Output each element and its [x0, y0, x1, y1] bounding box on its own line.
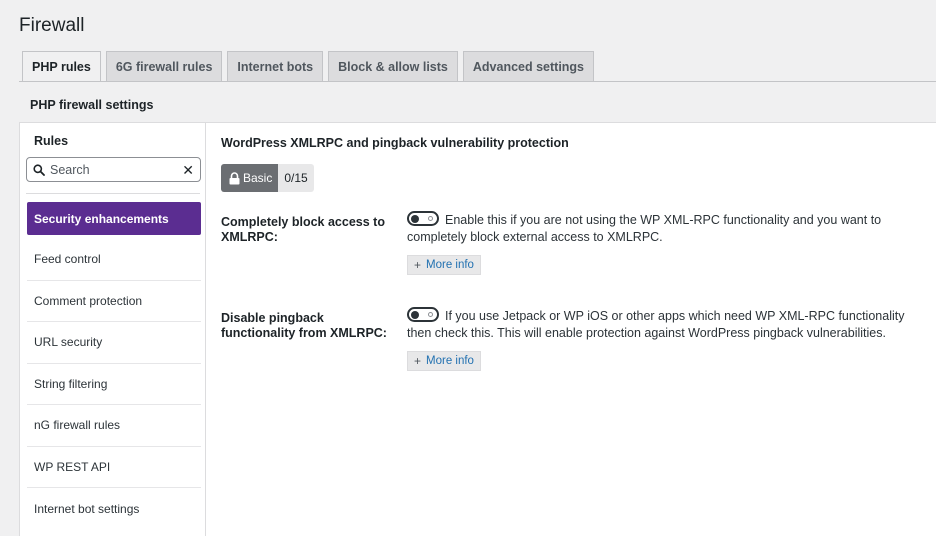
rules-content: WordPress XMLRPC and pingback vulnerabil…: [221, 123, 936, 536]
tab-6g-firewall-rules[interactable]: 6G firewall rules: [105, 51, 223, 81]
plus-icon: +: [414, 354, 422, 368]
tab-internet-bots[interactable]: Internet bots: [227, 51, 324, 81]
more-info-button[interactable]: + More info: [407, 351, 481, 371]
sidebar-item-wp-rest-api[interactable]: WP REST API: [27, 447, 201, 488]
sidebar-item-security-enhancements[interactable]: Security enhancements: [27, 202, 201, 235]
tab-php-rules[interactable]: PHP rules: [22, 51, 101, 82]
disable-pingback-toggle[interactable]: [407, 307, 439, 322]
setting-description: Enable this if you are not using the WP …: [407, 211, 907, 246]
search-input[interactable]: [50, 162, 183, 177]
rules-sidebar: Rules ✕ Security enhancements Feed contr…: [20, 123, 206, 536]
setting-description: If you use Jetpack or WP iOS or other ap…: [407, 307, 907, 342]
rules-title: Rules: [34, 134, 69, 148]
search-box: ✕: [26, 157, 201, 182]
security-level-badge: Basic 0/15: [221, 164, 314, 192]
tab-bar: PHP rules 6G firewall rules Internet bot…: [22, 51, 595, 82]
more-info-button[interactable]: + More info: [407, 255, 481, 275]
sidebar-item-internet-bot-settings[interactable]: Internet bot settings: [27, 488, 201, 530]
sidebar-item-ng-firewall-rules[interactable]: nG firewall rules: [27, 405, 201, 447]
search-divider: [26, 193, 200, 194]
clear-search-icon[interactable]: ✕: [182, 163, 194, 177]
section-heading: PHP firewall settings: [30, 98, 154, 112]
plus-icon: +: [414, 258, 422, 272]
setting-label-disable-pingback: Disable pingback functionality from XMLR…: [221, 311, 387, 340]
level-count: 0/15: [278, 164, 314, 192]
setting-disable-pingback: If you use Jetpack or WP iOS or other ap…: [407, 307, 907, 371]
tabs-divider: [19, 81, 936, 82]
level-label-text: Basic: [243, 171, 273, 185]
disable-pingback-description: If you use Jetpack or WP iOS or other ap…: [407, 309, 905, 340]
level-label: Basic: [221, 164, 279, 192]
content-title: WordPress XMLRPC and pingback vulnerabil…: [221, 136, 569, 150]
tab-block-allow-lists[interactable]: Block & allow lists: [328, 51, 458, 81]
sidebar-item-comment-protection[interactable]: Comment protection: [27, 281, 201, 322]
tab-advanced-settings[interactable]: Advanced settings: [462, 51, 595, 81]
search-icon: [33, 163, 45, 176]
sidebar-item-string-filtering[interactable]: String filtering: [27, 364, 201, 405]
more-info-label: More info: [426, 259, 474, 271]
lock-icon: [229, 171, 240, 184]
page-title: Firewall: [19, 15, 85, 36]
block-xmlrpc-toggle[interactable]: [407, 211, 439, 226]
setting-label-block-xmlrpc: Completely block access to XMLRPC:: [221, 215, 385, 244]
sidebar-item-feed-control[interactable]: Feed control: [27, 239, 201, 281]
more-info-label: More info: [426, 355, 474, 367]
block-xmlrpc-description: Enable this if you are not using the WP …: [407, 213, 882, 244]
rules-nav: Security enhancements Feed control Comme…: [27, 202, 201, 530]
settings-panel: Rules ✕ Security enhancements Feed contr…: [19, 122, 936, 536]
sidebar-item-url-security[interactable]: URL security: [27, 322, 201, 364]
setting-block-xmlrpc: Enable this if you are not using the WP …: [407, 211, 907, 275]
